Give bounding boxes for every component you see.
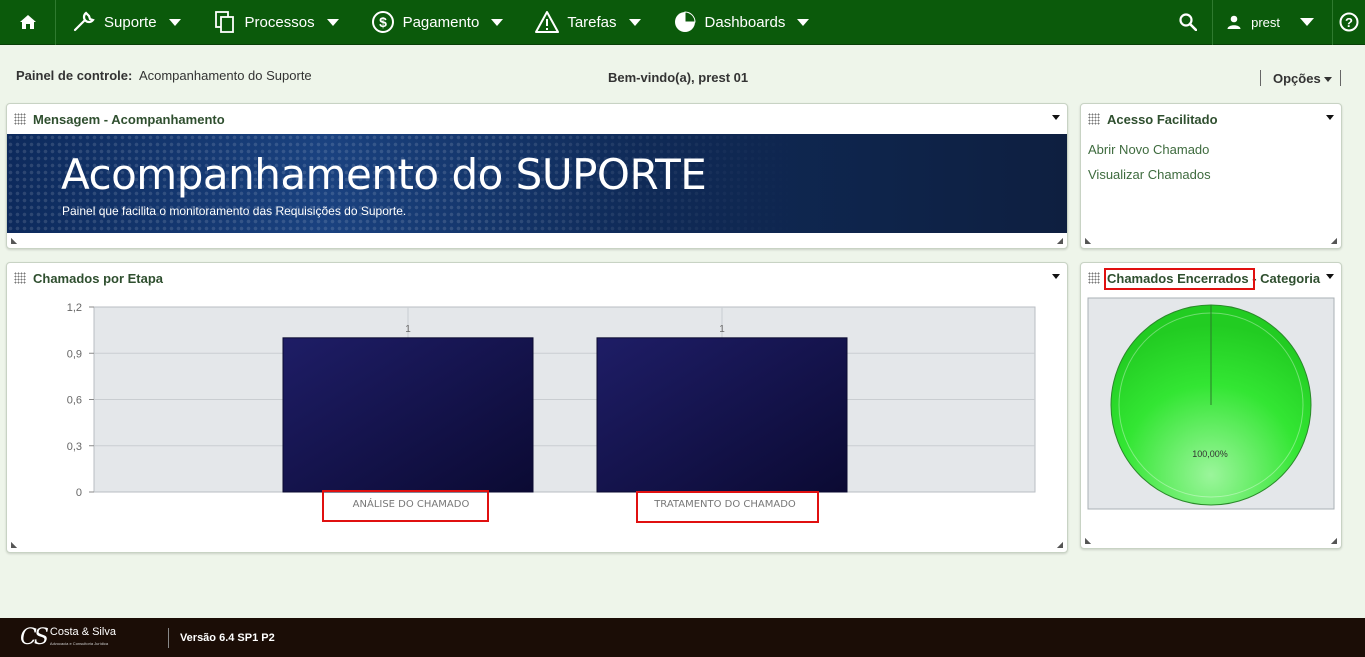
nav-processos-label: Processos [244, 13, 315, 31]
search-button[interactable] [1163, 0, 1214, 45]
resize-right-icon[interactable]: ◢ [1331, 236, 1337, 245]
nav-processos[interactable]: Processos [197, 0, 355, 45]
panel-closed-chart: Chamados Encerrados - Categoria 100,00% … [1080, 262, 1342, 549]
divider [167, 627, 169, 648]
data-label: 1 [719, 324, 725, 335]
logo-mark: CS [20, 625, 49, 650]
highlight-box [322, 490, 489, 522]
y-tick-label: 0,6 [67, 395, 82, 407]
svg-text:?: ? [1345, 15, 1353, 30]
nav-dashboards-label: Dashboards [704, 13, 786, 31]
user-name: prest [1251, 14, 1280, 30]
y-tick-label: 0,9 [67, 348, 82, 360]
data-label: 100,00% [1192, 449, 1228, 459]
chevron-down-icon [491, 18, 504, 26]
nav-pagamento[interactable]: $ Pagamento [355, 0, 520, 45]
quick-links: Abrir Novo Chamado Visualizar Chamados [1081, 134, 1341, 182]
company-logo: CS Costa & Silva Advocacia e Consultoria… [20, 625, 116, 650]
svg-text:$: $ [379, 14, 387, 30]
panel-header[interactable]: Acesso Facilitado [1081, 104, 1341, 134]
panel-menu-button[interactable] [1052, 115, 1060, 120]
copy-icon [213, 10, 237, 34]
data-label: 1 [405, 324, 411, 335]
logo-subtitle: Advocacia e Consultoria Jurídica [49, 640, 109, 646]
chevron-down-icon [326, 18, 339, 26]
wrench-icon [72, 10, 96, 34]
bar [282, 337, 534, 493]
nav-suporte-label: Suporte [104, 13, 157, 31]
highlight-box [636, 491, 819, 523]
resize-left-icon[interactable]: ◣ [11, 236, 17, 245]
footer: CS Costa & Silva Advocacia e Consultoria… [0, 618, 1365, 657]
panel-title: Mensagem - Acompanhamento [33, 111, 225, 127]
panel-message: Mensagem - Acompanhamento Acompanhamento… [6, 103, 1068, 249]
banner: Acompanhamento do SUPORTE Painel que fac… [7, 134, 1067, 233]
resize-right-icon[interactable]: ◢ [1331, 536, 1337, 545]
panel-header[interactable]: Mensagem - Acompanhamento [7, 104, 1067, 134]
user-menu[interactable]: prest [1213, 0, 1333, 45]
resize-left-icon[interactable]: ◣ [1085, 236, 1091, 245]
drag-handle-icon[interactable] [1088, 272, 1100, 284]
highlight-box [1104, 268, 1255, 290]
nav-pagamento-label: Pagamento [402, 13, 480, 31]
search-icon [1178, 13, 1197, 31]
resize-left-icon[interactable]: ◣ [1085, 536, 1091, 545]
breadcrumb-value: Acompanhamento do Suporte [138, 68, 312, 83]
panel-header[interactable]: Chamados por Etapa [7, 263, 1067, 293]
logo-name: Costa & Silva [49, 625, 116, 638]
warning-icon [535, 10, 560, 34]
version-text: Versão 6.4 SP1 P2 [179, 631, 275, 644]
nav-tarefas[interactable]: Tarefas [519, 0, 656, 45]
panel-menu-button[interactable] [1052, 274, 1060, 279]
bar [596, 337, 848, 493]
y-tick-label: 1,2 [67, 302, 82, 314]
panel-title: Acesso Facilitado [1107, 111, 1218, 127]
resize-left-icon[interactable]: ◣ [11, 540, 17, 549]
banner-title: Acompanhamento do SUPORTE [61, 150, 707, 199]
nav-suporte[interactable]: Suporte [56, 0, 197, 45]
user-icon [1227, 15, 1241, 29]
link-view-tickets[interactable]: Visualizar Chamados [1088, 167, 1341, 182]
pie-icon [673, 10, 697, 34]
drag-handle-icon[interactable] [14, 113, 26, 125]
panel-stage-chart: Chamados por Etapa 1,2 0,9 0,6 0,3 0 1 ANÁLISE… [6, 262, 1068, 553]
resize-right-icon[interactable]: ◢ [1057, 540, 1063, 549]
chevron-down-icon [1323, 77, 1332, 83]
help-icon: ? [1339, 12, 1359, 32]
link-open-ticket[interactable]: Abrir Novo Chamado [1088, 142, 1341, 157]
welcome-text: Bem-vindo(a), prest 01 [608, 70, 749, 85]
panel-title: Chamados por Etapa [33, 270, 164, 286]
breadcrumb-label: Painel de controle: [16, 68, 133, 83]
drag-handle-icon[interactable] [14, 272, 26, 284]
chevron-down-icon [1300, 18, 1314, 26]
panel-menu-button[interactable] [1326, 115, 1334, 120]
y-tick-label: 0 [76, 487, 82, 499]
chevron-down-icon [628, 18, 641, 26]
breadcrumb: Painel de controle: Acompanhamento do Su… [16, 68, 312, 83]
resize-right-icon[interactable]: ◢ [1057, 236, 1063, 245]
logo-text: Costa & Silva Advocacia e Consultoria Ju… [49, 625, 116, 649]
options-menu[interactable]: Opções [1260, 70, 1341, 86]
home-button[interactable] [0, 0, 56, 45]
drag-handle-icon[interactable] [1088, 113, 1100, 125]
banner-subtitle: Painel que facilita o monitoramento das … [62, 204, 407, 218]
panel-menu-button[interactable] [1326, 274, 1334, 279]
top-navbar: Suporte Processos $ Pagamento Tarefas Da… [0, 0, 1365, 45]
chevron-down-icon [168, 18, 181, 26]
options-label: Opções [1273, 71, 1321, 86]
panel-quick-access: Acesso Facilitado Abrir Novo Chamado Vis… [1080, 103, 1342, 249]
pie-chart: 100,00% [1087, 297, 1335, 510]
nav-tarefas-label: Tarefas [567, 13, 617, 31]
bar-chart: 1,20,90,60,301ANÁLISE DO CHAMADO1TRATAME… [67, 302, 1036, 510]
dollar-icon: $ [371, 10, 395, 34]
help-button[interactable]: ? [1333, 0, 1365, 45]
chevron-down-icon [797, 18, 810, 26]
home-icon [19, 15, 36, 29]
y-tick-label: 0,3 [67, 441, 82, 453]
nav-dashboards[interactable]: Dashboards [657, 0, 826, 45]
